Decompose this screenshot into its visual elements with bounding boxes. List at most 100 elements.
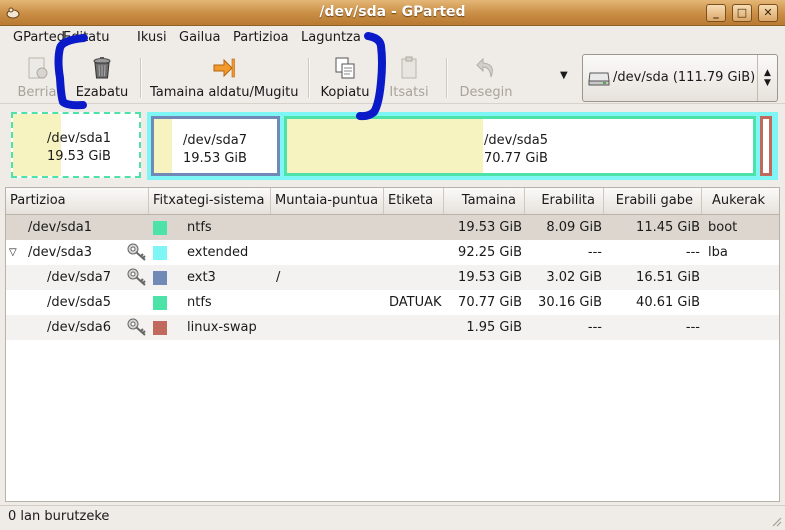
undo-icon bbox=[476, 57, 493, 78]
cell-size: 19.53 GiB bbox=[458, 220, 522, 235]
table-row[interactable]: /dev/sda5 ntfs DATUAK 70.77 GiB 30.16 Gi… bbox=[6, 290, 779, 315]
toolbar-separator bbox=[308, 58, 310, 98]
device-spin-arrows[interactable]: ▲ ▼ bbox=[757, 55, 777, 101]
cell-used: 30.16 GiB bbox=[538, 295, 602, 310]
new-partition-icon bbox=[28, 57, 48, 79]
menu-gparted[interactable]: GParted bbox=[13, 30, 65, 45]
filesystem-color-swatch bbox=[153, 321, 167, 335]
col-size[interactable]: Tamaina bbox=[444, 188, 525, 214]
cell-unused: 11.45 GiB bbox=[636, 220, 700, 235]
device-label: /dev/sda (111.79 GiB) bbox=[613, 70, 756, 85]
diskmap-sda1[interactable]: /dev/sda1 19.53 GiB bbox=[11, 112, 141, 178]
diskmap-sda7-size: 19.53 GiB bbox=[183, 151, 247, 166]
used-space-bar bbox=[154, 119, 172, 173]
col-flags[interactable]: Aukerak bbox=[702, 188, 779, 214]
menu-ikusi[interactable]: Ikusi bbox=[137, 30, 167, 45]
copy-icon bbox=[335, 57, 355, 79]
cell-used: --- bbox=[587, 245, 602, 260]
table-row[interactable]: /dev/sda1 ntfs 19.53 GiB 8.09 GiB 11.45 … bbox=[6, 215, 779, 240]
cell-used: 3.02 GiB bbox=[546, 270, 602, 285]
diskmap-sda1-size: 19.53 GiB bbox=[47, 149, 111, 164]
diskmap-sda3-extended[interactable]: /dev/sda7 19.53 GiB /dev/sda5 70.77 GiB bbox=[147, 112, 778, 180]
used-space-bar bbox=[287, 119, 483, 173]
diskmap-sda1-name: /dev/sda1 bbox=[47, 131, 111, 146]
cell-flags: lba bbox=[708, 245, 728, 260]
status-text: 0 lan burutzeke bbox=[8, 509, 110, 524]
status-bar: 0 lan burutzeke bbox=[0, 505, 785, 530]
device-selector[interactable]: /dev/sda (111.79 GiB) ▲ ▼ bbox=[582, 54, 778, 102]
cell-partition: /dev/sda5 bbox=[47, 295, 111, 310]
delete-button[interactable]: Ezabatu bbox=[72, 52, 132, 102]
cell-mountpoint: / bbox=[276, 270, 281, 285]
diskmap-sda7[interactable]: /dev/sda7 19.53 GiB bbox=[151, 116, 280, 176]
table-header: Partizioa Fitxategi-sistema Muntaia-punt… bbox=[6, 188, 779, 215]
close-button[interactable]: ✕ bbox=[758, 4, 778, 22]
cell-size: 1.95 GiB bbox=[466, 320, 522, 335]
cell-unused: 40.61 GiB bbox=[636, 295, 700, 310]
toolbar-separator bbox=[140, 58, 142, 98]
table-row[interactable]: ▽ /dev/sda3 extended 92.25 GiB --- --- l… bbox=[6, 240, 779, 265]
cell-filesystem: ext3 bbox=[187, 270, 216, 285]
cell-partition: /dev/sda3 bbox=[28, 245, 92, 260]
toolbar-separator bbox=[446, 58, 448, 98]
expander-arrow[interactable]: ▽ bbox=[9, 240, 17, 265]
undo-button[interactable]: Desegin bbox=[456, 52, 516, 102]
resize-move-button[interactable]: Tamaina aldatu/Mugitu bbox=[150, 52, 299, 102]
cell-flags: boot bbox=[708, 220, 738, 235]
filesystem-color-swatch bbox=[153, 271, 167, 285]
table-row[interactable]: /dev/sda6 linux-swap 1.95 GiB --- --- bbox=[6, 315, 779, 340]
diskmap-sda5-name: /dev/sda5 bbox=[484, 133, 548, 148]
paste-button[interactable]: Itsatsi bbox=[384, 52, 434, 102]
key-icon bbox=[127, 243, 146, 261]
cell-size: 19.53 GiB bbox=[458, 270, 522, 285]
menu-editatu[interactable]: Editatu bbox=[63, 30, 109, 45]
disk-map: /dev/sda1 19.53 GiB /dev/sda7 19.53 GiB … bbox=[8, 110, 778, 182]
diskmap-sda7-name: /dev/sda7 bbox=[183, 133, 247, 148]
table-row[interactable]: /dev/sda7 ext3 / 19.53 GiB 3.02 GiB 16.5… bbox=[6, 265, 779, 290]
menu-bar: GParted Editatu Ikusi Gailua Partizioa L… bbox=[0, 26, 785, 50]
menu-gailua[interactable]: Gailua bbox=[179, 30, 220, 45]
minimize-button[interactable]: _ bbox=[706, 4, 726, 22]
cell-size: 92.25 GiB bbox=[458, 245, 522, 260]
cell-filesystem: extended bbox=[187, 245, 249, 260]
cell-partition: /dev/sda6 bbox=[47, 320, 111, 335]
col-filesystem[interactable]: Fitxategi-sistema bbox=[149, 188, 271, 214]
diskmap-sda6[interactable] bbox=[760, 116, 772, 176]
col-partition[interactable]: Partizioa bbox=[6, 188, 149, 214]
menu-partizioa[interactable]: Partizioa bbox=[233, 30, 289, 45]
cell-size: 70.77 GiB bbox=[458, 295, 522, 310]
cell-used: --- bbox=[587, 320, 602, 335]
cell-unused: 16.51 GiB bbox=[636, 270, 700, 285]
col-label[interactable]: Etiketa bbox=[384, 188, 444, 214]
resize-move-icon bbox=[213, 58, 235, 78]
paste-icon bbox=[401, 56, 417, 79]
window-title: /dev/sda - GParted bbox=[319, 4, 466, 20]
diskmap-sda5-size: 70.77 GiB bbox=[484, 151, 548, 166]
cell-used: 8.09 GiB bbox=[546, 220, 602, 235]
col-unused[interactable]: Erabili gabe bbox=[604, 188, 702, 214]
cell-filesystem: linux-swap bbox=[187, 320, 257, 335]
cell-partition: /dev/sda7 bbox=[47, 270, 111, 285]
filesystem-color-swatch bbox=[153, 296, 167, 310]
copy-button[interactable]: Kopiatu bbox=[318, 52, 372, 102]
title-bar[interactable]: /dev/sda - GParted _ □ ✕ bbox=[0, 0, 785, 26]
harddisk-icon bbox=[588, 72, 610, 86]
new-button[interactable]: Berria bbox=[14, 52, 60, 102]
col-used[interactable]: Erabilita bbox=[525, 188, 604, 214]
key-icon bbox=[127, 268, 146, 286]
resize-grip-icon[interactable] bbox=[770, 515, 782, 527]
partition-table: Partizioa Fitxategi-sistema Muntaia-punt… bbox=[5, 187, 780, 502]
cell-filesystem: ntfs bbox=[187, 295, 212, 310]
trash-icon bbox=[93, 57, 111, 79]
diskmap-sda5[interactable]: /dev/sda5 70.77 GiB bbox=[284, 116, 756, 176]
key-icon bbox=[127, 318, 146, 336]
maximize-button[interactable]: □ bbox=[732, 4, 752, 22]
cell-label: DATUAK bbox=[389, 295, 442, 310]
cell-filesystem: ntfs bbox=[187, 220, 212, 235]
cell-unused: --- bbox=[685, 245, 700, 260]
col-mountpoint[interactable]: Muntaia-puntua bbox=[271, 188, 384, 214]
filesystem-color-swatch bbox=[153, 246, 167, 260]
menu-laguntza[interactable]: Laguntza bbox=[301, 30, 361, 45]
toolbar-overflow-arrow[interactable]: ▼ bbox=[560, 70, 568, 81]
cell-partition: /dev/sda1 bbox=[28, 220, 92, 235]
